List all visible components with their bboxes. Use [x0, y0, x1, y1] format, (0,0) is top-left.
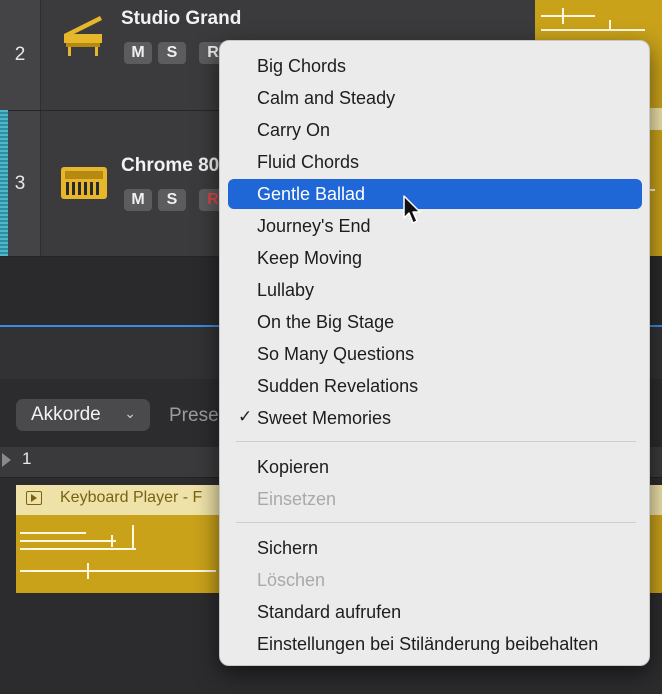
preset-label: Prese	[169, 405, 219, 426]
track-name: Studio Grand	[121, 8, 242, 29]
menu-item-carry-on[interactable]: Carry On	[228, 116, 642, 144]
menu-item-label: Fluid Chords	[257, 151, 360, 172]
piano-icon	[60, 12, 106, 63]
menu-item-label: Big Chords	[257, 55, 347, 76]
menu-item-einstellungen-beibehalten[interactable]: Einstellungen bei Stiländerung beibehalt…	[228, 630, 642, 658]
dropdown-label: Akkorde	[31, 404, 101, 425]
menu-item-label: Einsetzen	[257, 488, 337, 509]
chords-dropdown[interactable]: Akkorde ⌄	[16, 399, 150, 431]
menu-item-label: Gentle Ballad	[257, 183, 366, 204]
menu-item-sudden-revelations[interactable]: Sudden Revelations	[228, 372, 642, 400]
menu-item-label: Standard aufrufen	[257, 601, 402, 622]
menu-item-on-the-big-stage[interactable]: On the Big Stage	[228, 308, 642, 336]
menu-separator	[236, 522, 636, 523]
menu-item-fluid-chords[interactable]: Fluid Chords	[228, 148, 642, 176]
menu-item-sichern[interactable]: Sichern	[228, 534, 642, 562]
keyboard-icon	[60, 163, 108, 208]
region-strip	[0, 110, 8, 256]
mouse-cursor-icon	[403, 195, 423, 230]
menu-item-label: Carry On	[257, 119, 331, 140]
playhead-icon	[2, 453, 11, 467]
track-name: Chrome 80	[121, 155, 220, 176]
region-title: Keyboard Player - F	[60, 489, 203, 506]
menu-item-label: Calm and Steady	[257, 87, 396, 108]
menu-item-kopieren[interactable]: Kopieren	[228, 453, 642, 481]
menu-item-standard-aufrufen[interactable]: Standard aufrufen	[228, 598, 642, 626]
track-number: 2	[0, 0, 41, 110]
menu-item-einsetzen: Einsetzen	[228, 485, 642, 513]
menu-separator	[236, 441, 636, 442]
context-menu: Big Chords Calm and Steady Carry On Flui…	[219, 40, 650, 666]
play-region-icon	[26, 491, 42, 505]
menu-item-loeschen: Löschen	[228, 566, 642, 594]
menu-item-label: Kopieren	[257, 456, 330, 477]
mute-button[interactable]: M	[124, 42, 152, 64]
menu-item-label: So Many Questions	[257, 343, 415, 364]
checkmark-icon: ✓	[238, 407, 253, 426]
menu-item-label: Löschen	[257, 569, 326, 590]
menu-item-label: Lullaby	[257, 279, 315, 300]
menu-item-label: Keep Moving	[257, 247, 363, 268]
solo-button[interactable]: S	[158, 189, 186, 211]
menu-item-lullaby[interactable]: Lullaby	[228, 276, 642, 304]
menu-item-label: Sichern	[257, 537, 319, 558]
solo-button[interactable]: S	[158, 42, 186, 64]
mute-button[interactable]: M	[124, 189, 152, 211]
chevron-down-icon: ⌄	[124, 405, 136, 421]
menu-item-sweet-memories[interactable]: ✓ Sweet Memories	[228, 404, 642, 432]
menu-item-label: Einstellungen bei Stiländerung beibehalt…	[257, 633, 599, 654]
menu-item-label: Sweet Memories	[257, 407, 392, 428]
menu-item-calm-and-steady[interactable]: Calm and Steady	[228, 84, 642, 112]
menu-item-label: Journey's End	[257, 215, 371, 236]
menu-item-so-many-questions[interactable]: So Many Questions	[228, 340, 642, 368]
menu-item-journeys-end[interactable]: Journey's End	[228, 212, 642, 240]
ruler-bar-number: 1	[22, 449, 32, 468]
menu-item-gentle-ballad[interactable]: Gentle Ballad	[228, 179, 642, 209]
menu-item-big-chords[interactable]: Big Chords	[228, 52, 642, 80]
menu-item-label: Sudden Revelations	[257, 375, 419, 396]
menu-item-label: On the Big Stage	[257, 311, 395, 332]
menu-item-keep-moving[interactable]: Keep Moving	[228, 244, 642, 272]
